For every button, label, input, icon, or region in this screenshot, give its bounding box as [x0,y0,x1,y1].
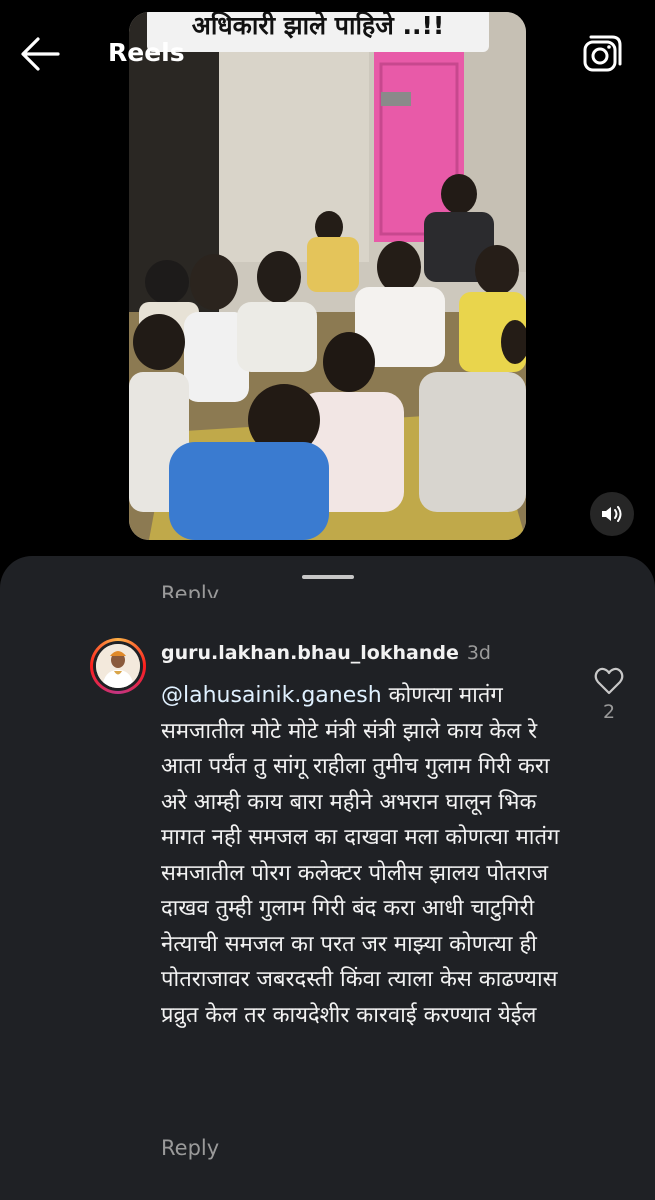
comment-mention[interactable]: @lahusainik.ganesh [161,683,382,708]
comment-username[interactable]: guru.lakhan.bhau_lokhande [161,642,459,664]
reply-button[interactable]: Reply [161,1136,219,1160]
heart-outline-icon [594,667,624,695]
back-button[interactable] [18,34,62,74]
page-title: Reels [108,38,185,67]
previous-reply-link[interactable]: Reply [161,578,241,598]
comment-body-text: कोणत्या मातंग समजातील मोटे मोटे मंत्री स… [161,683,560,1028]
comment-text: @lahusainik.ganesh कोणत्या मातंग समजातील… [161,678,581,1033]
speaker-icon [602,506,622,522]
comment-header: guru.lakhan.bhau_lokhande 3d [161,642,491,664]
avatar[interactable] [90,638,146,694]
drag-handle[interactable] [302,575,354,579]
top-bar: Reels [0,0,655,110]
comment-age: 3d [466,642,491,664]
mute-button[interactable] [590,492,634,536]
like-button[interactable] [592,664,626,698]
like-count: 2 [602,701,616,723]
camera-button[interactable] [578,32,626,78]
avatar-image [96,644,140,688]
comments-sheet: Reply guru.lakhan.bhau_lokhande 3d @lahus… [0,556,655,1200]
arrow-left-icon [21,37,60,71]
camera-icon [583,35,622,72]
